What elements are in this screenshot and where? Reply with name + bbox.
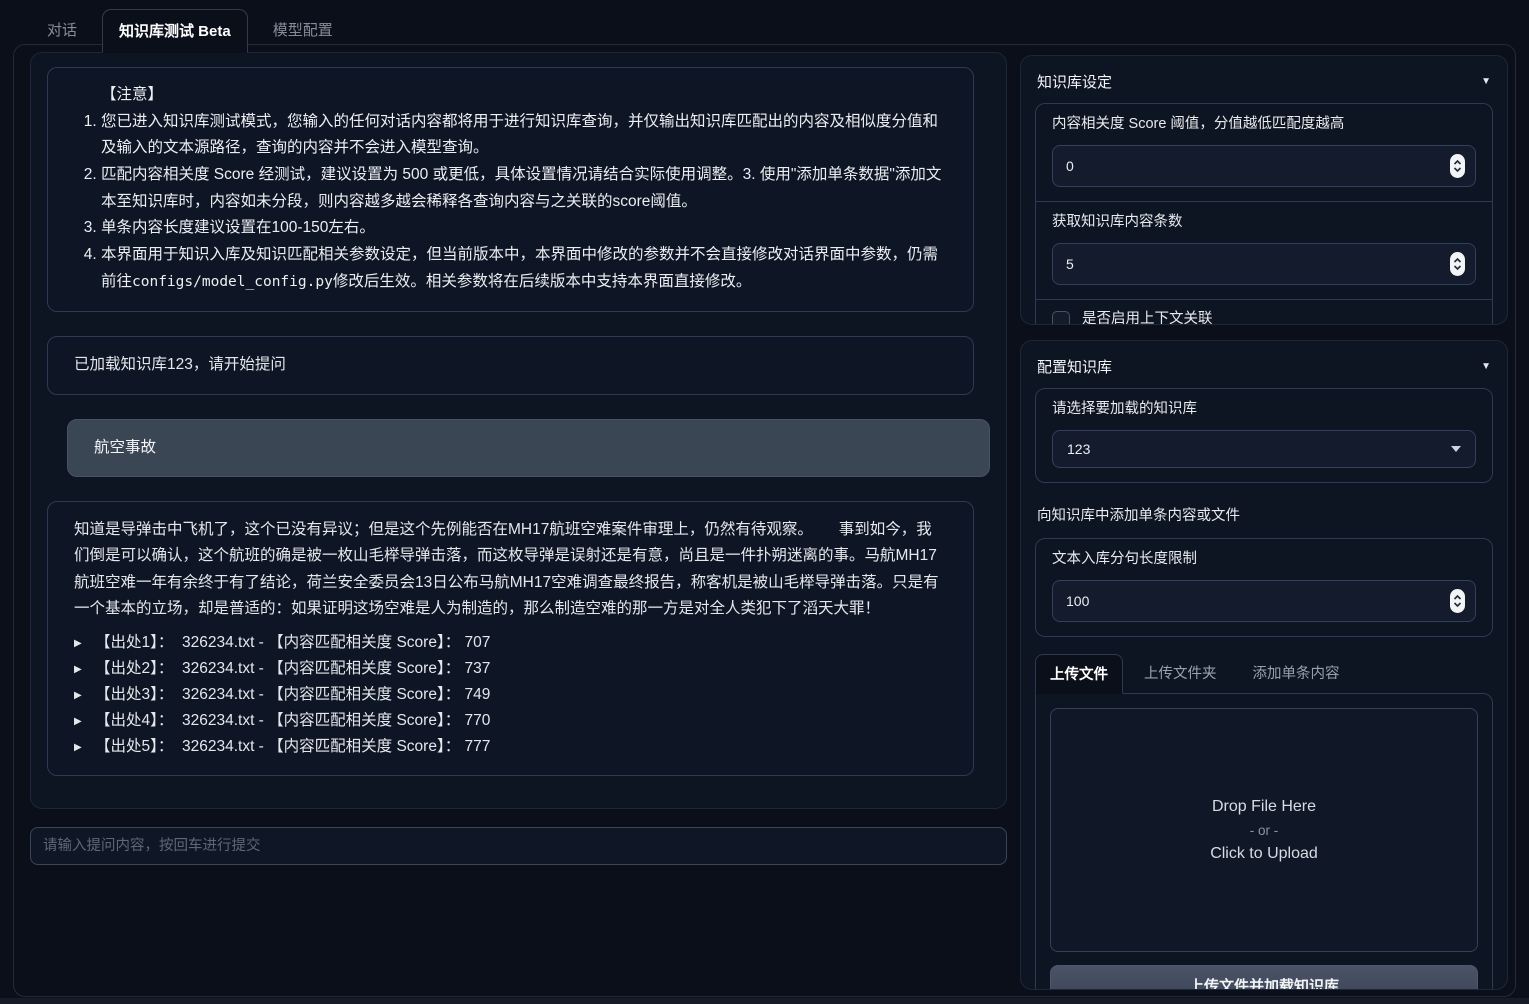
notice-item-text: 您已进入知识库测试模式，您输入的任何对话内容都将用于进行知识库查询，并仅输出知识…: [101, 113, 938, 157]
tab-upload-folder[interactable]: 上传文件夹: [1129, 653, 1232, 693]
notice-item: 您已进入知识库测试模式，您输入的任何对话内容都将用于进行知识库查询，并仅输出知识…: [101, 109, 945, 162]
source-text: 【出处1】： 326234.txt - 【内容匹配相关度 Score】： 707: [95, 630, 490, 656]
bot-message-answer: 知道是导弹击中飞机了，这个已没有异议；但是这个先例能否在MH17航班空难案件审理…: [47, 501, 974, 776]
expand-arrow-icon[interactable]: ▶: [74, 661, 84, 678]
source-text: 【出处5】： 326234.txt - 【内容匹配相关度 Score】： 777: [95, 734, 490, 760]
kb-select-label: 请选择要加载的知识库: [1052, 400, 1476, 419]
source-text: 【出处3】： 326234.txt - 【内容匹配相关度 Score】： 749: [95, 682, 490, 708]
kb-settings-group: 内容相关度 Score 阈值，分值越低匹配度越高 获取知识库内容条数: [1035, 103, 1493, 325]
kb-settings-title: 知识库设定: [1037, 71, 1112, 92]
tab-dialogue[interactable]: 对话: [30, 8, 94, 52]
notice-item-text: 匹配内容相关度 Score 经测试，建议设置为 500 或更低，具体设置情况请结…: [101, 166, 941, 210]
page-footer-strip: [0, 998, 1529, 1004]
dropdown-caret-icon: [1451, 446, 1461, 452]
notice-title: 【注意】: [101, 82, 945, 109]
notice-item: 单条内容长度建议设置在100-150左右。: [101, 215, 945, 242]
bot-message-loaded: 已加载知识库123，请开始提问: [47, 336, 974, 394]
dropzone-line3: Click to Upload: [1210, 845, 1318, 863]
score-threshold-inputbox: [1052, 145, 1476, 187]
score-threshold-input[interactable]: [1066, 158, 1450, 174]
question-input-box: [30, 827, 1007, 865]
top-k-input[interactable]: [1066, 256, 1450, 272]
upload-tabbar: 上传文件 上传文件夹 添加单条内容: [1035, 653, 1493, 693]
sentence-size-label: 文本入库分句长度限制: [1052, 550, 1476, 569]
source-text: 【出处4】： 326234.txt - 【内容匹配相关度 Score】： 770: [95, 708, 490, 734]
dropzone-line2: - or -: [1250, 823, 1279, 838]
answer-text: 知道是导弹击中飞机了，这个已没有异议；但是这个先例能否在MH17航班空难案件审理…: [74, 517, 947, 622]
score-threshold-label: 内容相关度 Score 阈值，分值越低匹配度越高: [1052, 115, 1476, 134]
kb-select-field: 请选择要加载的知识库 123: [1036, 389, 1492, 482]
notice-code-path: configs/model_config.py: [132, 274, 333, 290]
source-row[interactable]: ▶ 【出处5】： 326234.txt - 【内容匹配相关度 Score】： 7…: [74, 734, 947, 760]
chevron-down-icon[interactable]: ▼: [1481, 76, 1491, 87]
tab-upload-file[interactable]: 上传文件: [1035, 654, 1123, 694]
kb-settings-accordion: 知识库设定 ▼ 内容相关度 Score 阈值，分值越低匹配度越高 获取知识库内容…: [1020, 55, 1508, 325]
source-text: 【出处2】： 326234.txt - 【内容匹配相关度 Score】： 737: [95, 656, 490, 682]
kb-select-dropdown[interactable]: 123: [1052, 430, 1476, 468]
kb-select-value: 123: [1067, 441, 1090, 457]
context-link-label: 是否启用上下文关联: [1082, 310, 1213, 325]
main-tabbar: 对话 知识库测试 Beta 模型配置: [30, 8, 350, 52]
user-message: 航空事故: [67, 419, 990, 477]
notice-item: 本界面用于知识入库及知识匹配相关参数设定，但当前版本中，本界面中修改的参数并不会…: [101, 242, 945, 295]
expand-arrow-icon[interactable]: ▶: [74, 635, 84, 652]
tab-add-single-content[interactable]: 添加单条内容: [1238, 653, 1355, 693]
kb-select-group: 请选择要加载的知识库 123: [1035, 388, 1493, 483]
kb-config-title: 配置知识库: [1037, 356, 1112, 377]
notice-item: 匹配内容相关度 Score 经测试，建议设置为 500 或更低，具体设置情况请结…: [101, 162, 945, 215]
expand-arrow-icon[interactable]: ▶: [74, 687, 84, 704]
notice-message: 【注意】 您已进入知识库测试模式，您输入的任何对话内容都将用于进行知识库查询，并…: [47, 67, 974, 312]
source-row[interactable]: ▶ 【出处4】： 326234.txt - 【内容匹配相关度 Score】： 7…: [74, 708, 947, 734]
kb-settings-header[interactable]: 知识库设定 ▼: [1035, 68, 1493, 94]
file-dropzone[interactable]: Drop File Here - or - Click to Upload: [1050, 708, 1478, 952]
app-root: 对话 知识库测试 Beta 模型配置 【注意】 您已进入知识库测试模式，您输入的…: [0, 0, 1529, 1004]
sentence-size-inputbox: [1052, 580, 1476, 622]
kb-config-header[interactable]: 配置知识库 ▼: [1035, 353, 1493, 379]
top-k-label: 获取知识库内容条数: [1052, 213, 1476, 232]
number-spinner-icon[interactable]: [1450, 589, 1465, 613]
number-spinner-icon[interactable]: [1450, 154, 1465, 178]
kb-config-accordion: 配置知识库 ▼ 请选择要加载的知识库 123 向知识库中添加单条内容或文件 文本…: [1020, 340, 1508, 990]
notice-list: 您已进入知识库测试模式，您输入的任何对话内容都将用于进行知识库查询，并仅输出知识…: [74, 109, 945, 296]
upload-and-load-button[interactable]: 上传文件并加载知识库: [1050, 965, 1478, 990]
question-input[interactable]: [31, 828, 1006, 864]
tab-model-config[interactable]: 模型配置: [256, 8, 350, 52]
upload-tabpanel: Drop File Here - or - Click to Upload 上传…: [1035, 693, 1493, 990]
chatbot-panel: 【注意】 您已进入知识库测试模式，您输入的任何对话内容都将用于进行知识库查询，并…: [30, 52, 1007, 809]
top-k-field: 获取知识库内容条数: [1036, 201, 1492, 299]
notice-item-text: 单条内容长度建议设置在100-150左右。: [101, 219, 375, 236]
source-row[interactable]: ▶ 【出处2】： 326234.txt - 【内容匹配相关度 Score】： 7…: [74, 656, 947, 682]
user-message-text: 航空事故: [94, 439, 156, 456]
bot-message-text: 已加载知识库123，请开始提问: [74, 356, 286, 373]
add-content-label: 向知识库中添加单条内容或文件: [1037, 504, 1491, 525]
context-link-field: 是否启用上下文关联: [1036, 299, 1492, 325]
tab-knowledge-base-test[interactable]: 知识库测试 Beta: [102, 9, 248, 53]
source-row[interactable]: ▶ 【出处1】： 326234.txt - 【内容匹配相关度 Score】： 7…: [74, 630, 947, 656]
top-k-inputbox: [1052, 243, 1476, 285]
source-row[interactable]: ▶ 【出处3】： 326234.txt - 【内容匹配相关度 Score】： 7…: [74, 682, 947, 708]
expand-arrow-icon[interactable]: ▶: [74, 713, 84, 730]
context-link-checkbox[interactable]: [1052, 311, 1070, 326]
sentence-size-field: 文本入库分句长度限制: [1036, 539, 1492, 636]
source-list: ▶ 【出处1】： 326234.txt - 【内容匹配相关度 Score】： 7…: [74, 630, 947, 760]
number-spinner-icon[interactable]: [1450, 252, 1465, 276]
sentence-size-group: 文本入库分句长度限制: [1035, 538, 1493, 637]
dropzone-line1: Drop File Here: [1212, 798, 1316, 816]
sentence-size-input[interactable]: [1066, 593, 1450, 609]
score-threshold-field: 内容相关度 Score 阈值，分值越低匹配度越高: [1036, 104, 1492, 201]
chevron-down-icon[interactable]: ▼: [1481, 361, 1491, 372]
expand-arrow-icon[interactable]: ▶: [74, 739, 84, 756]
notice-item-text: 修改后生效。相关参数将在后续版本中支持本界面直接修改。: [333, 273, 752, 290]
